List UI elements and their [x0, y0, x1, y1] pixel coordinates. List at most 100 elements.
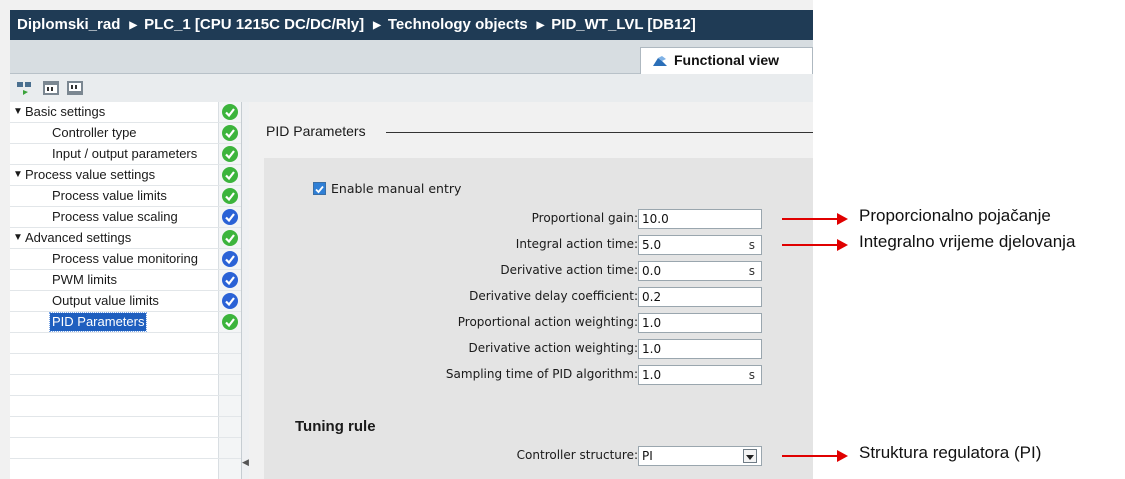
status-ok-icon	[222, 188, 238, 204]
tree-item-label: Process value settings	[25, 167, 156, 182]
breadcrumb-pid-object[interactable]: PID_WT_LVL [DB12]	[551, 10, 695, 40]
select-value: PI	[642, 449, 653, 463]
dropdown-arrow-icon[interactable]	[743, 449, 757, 463]
tree-item-label: Controller type	[52, 125, 137, 140]
status-ok-icon	[222, 314, 238, 330]
field-row-proportional-action-weighting: Proportional action weighting: 1.0	[264, 313, 813, 333]
annotation-text: Integralno vrijeme djelovanja	[859, 232, 1076, 251]
tree-empty-row	[10, 354, 241, 375]
field-label: Proportional action weighting:	[457, 315, 638, 329]
tree-item-pid-parameters[interactable]: PID Parameters	[10, 312, 241, 333]
status-ok-icon	[222, 146, 238, 162]
field-value: 1.0	[642, 342, 662, 356]
proportional-gain-input[interactable]: 10.0	[638, 209, 762, 229]
tree-item-advanced-settings[interactable]: ▼ Advanced settings	[10, 228, 241, 249]
derivative-delay-coefficient-input[interactable]: 0.2	[638, 287, 762, 307]
breadcrumb-separator-icon: ▶	[373, 20, 381, 31]
tab-functional-view-label: Functional view	[674, 52, 780, 68]
annotation-arrow-line	[782, 244, 839, 246]
field-value: 1.0	[642, 368, 662, 382]
tree-item-label: Input / output parameters	[52, 146, 198, 161]
field-label: Derivative delay coefficient:	[469, 289, 638, 303]
expand-icon[interactable]	[42, 80, 60, 96]
unit-label: s	[748, 264, 755, 278]
tree-item-controller-type[interactable]: Controller type	[10, 123, 241, 144]
tree-empty-row	[10, 333, 241, 354]
controller-structure-select[interactable]: PI	[638, 446, 762, 466]
collapse-icon[interactable]	[66, 80, 84, 96]
annotation-text: Struktura regulatora (PI)	[859, 443, 1042, 462]
tree-item-process-value-scaling[interactable]: Process value scaling	[10, 207, 241, 228]
annotation-arrow-line	[782, 218, 839, 220]
status-ok-icon	[222, 230, 238, 246]
derivative-action-time-input[interactable]: 0.0 s	[638, 261, 762, 281]
tree-item-label-selected: PID Parameters	[48, 312, 148, 332]
field-label: Proportional gain:	[531, 211, 638, 225]
tree-item-process-value-limits[interactable]: Process value limits	[10, 186, 241, 207]
breadcrumb-plc[interactable]: PLC_1 [CPU 1215C DC/DC/Rly]	[144, 10, 364, 40]
view-tab-strip: Functional view	[10, 40, 813, 74]
annotation-text: Proporcionalno pojačanje	[859, 206, 1051, 225]
sampling-time-input[interactable]: 1.0 s	[638, 365, 762, 385]
status-default-icon	[222, 209, 238, 225]
field-value: 10.0	[642, 212, 669, 226]
tree-item-label: Output value limits	[52, 293, 159, 308]
status-default-icon	[222, 251, 238, 267]
pid-parameters-panel: Enable manual entry Proportional gain: 1…	[264, 158, 813, 479]
enable-manual-entry-label: Enable manual entry	[331, 181, 462, 196]
field-label: Derivative action weighting:	[468, 341, 639, 355]
tree-scrollbar[interactable]: ◀	[241, 102, 249, 479]
functional-view-icon	[653, 56, 667, 66]
tree-empty-row	[10, 396, 241, 417]
breadcrumb-project[interactable]: Diplomski_rad	[17, 10, 120, 40]
section-title: PID Parameters	[266, 123, 374, 139]
expand-triangle-icon[interactable]: ▼	[13, 228, 23, 248]
unit-label: s	[748, 368, 755, 382]
expand-triangle-icon[interactable]: ▼	[13, 165, 23, 185]
field-row-sampling-time: Sampling time of PID algorithm: 1.0 s	[264, 365, 813, 385]
scroll-left-arrow-icon[interactable]: ◀	[242, 458, 249, 468]
arrow-right-icon	[837, 239, 848, 251]
field-value: 0.0	[642, 264, 662, 278]
breadcrumb-separator-icon: ▶	[129, 20, 138, 31]
tree-item-output-value-limits[interactable]: Output value limits	[10, 291, 241, 312]
unit-label: s	[748, 238, 755, 252]
tab-functional-view[interactable]: Functional view	[640, 47, 813, 74]
tree-item-label: Basic settings	[25, 104, 106, 119]
status-ok-icon	[222, 167, 238, 183]
tree-item-label: PWM limits	[52, 272, 117, 287]
tree-item-process-value-monitoring[interactable]: Process value monitoring	[10, 249, 241, 270]
tree-item-input-output-parameters[interactable]: Input / output parameters	[10, 144, 241, 165]
field-value: 1.0	[642, 316, 662, 330]
tree-item-label: Process value scaling	[52, 209, 178, 224]
monitor-icon[interactable]	[16, 80, 34, 96]
tree-empty-row	[10, 417, 241, 438]
annotation-arrow-line	[782, 455, 839, 457]
field-row-controller-structure: Controller structure: PI	[264, 446, 813, 466]
tia-portal-window: Diplomski_rad ▶ PLC_1 [CPU 1215C DC/DC/Rly…	[0, 0, 813, 479]
enable-manual-entry-checkbox[interactable]	[313, 182, 326, 195]
status-default-icon	[222, 293, 238, 309]
tree-item-label: Process value limits	[52, 188, 167, 203]
checkmark-icon	[315, 185, 324, 194]
field-row-integral-action-time: Integral action time: 5.0 s	[264, 235, 813, 255]
annotation-proportional-gain: Proporcionalno pojačanje	[782, 206, 1112, 229]
expand-triangle-icon[interactable]: ▼	[13, 102, 23, 122]
status-default-icon	[222, 272, 238, 288]
derivative-action-weighting-input[interactable]: 1.0	[638, 339, 762, 359]
field-row-proportional-gain: Proportional gain: 10.0	[264, 209, 813, 229]
breadcrumb-separator-icon: ▶	[536, 20, 545, 31]
arrow-right-icon	[837, 450, 848, 462]
navigation-tree: ▼ Basic settings Controller type Input /…	[10, 102, 242, 479]
breadcrumb-technology-objects[interactable]: Technology objects	[388, 10, 528, 40]
tree-item-basic-settings[interactable]: ▼ Basic settings	[10, 102, 241, 123]
tree-item-pwm-limits[interactable]: PWM limits	[10, 270, 241, 291]
tree-empty-row	[10, 438, 241, 459]
proportional-action-weighting-input[interactable]: 1.0	[638, 313, 762, 333]
integral-action-time-input[interactable]: 5.0 s	[638, 235, 762, 255]
tree-item-label: Process value monitoring	[52, 251, 198, 266]
tree-item-process-value-settings[interactable]: ▼ Process value settings	[10, 165, 241, 186]
field-row-derivative-action-weighting: Derivative action weighting: 1.0	[264, 339, 813, 359]
field-value: 0.2	[642, 290, 662, 304]
annotation-integral-time: Integralno vrijeme djelovanja	[782, 232, 1122, 255]
